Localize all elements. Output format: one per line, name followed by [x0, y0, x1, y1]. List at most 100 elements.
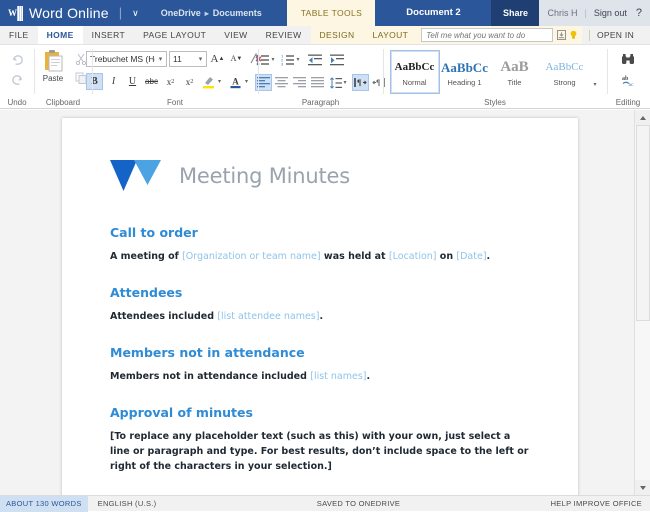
bullets-chevron-down-icon[interactable]: ▾	[272, 56, 279, 63]
title-bar: W Word Online | ∨ OneDrive ▸ Documents T…	[0, 0, 650, 26]
language-status[interactable]: ENGLISH (U.S.)	[88, 499, 167, 508]
styles-more-chevron-down-icon[interactable]: ▾	[590, 50, 601, 94]
tab-page-layout[interactable]: PAGE LAYOUT	[134, 26, 215, 44]
tell-me-input[interactable]	[421, 28, 553, 42]
style-item-normal[interactable]: AaBbCc Normal	[390, 50, 440, 94]
section-body-approval-of-minutes[interactable]: [To replace any placeholder text (such a…	[110, 429, 530, 474]
font-name-combo[interactable]: Trebuchet MS (Hea ▾	[86, 51, 167, 67]
font-size-combo[interactable]: 11 ▾	[169, 51, 207, 67]
align-right-icon	[293, 77, 306, 88]
undo-button[interactable]	[6, 50, 28, 69]
vertical-scrollbar[interactable]	[634, 110, 650, 495]
word-logo-icon: W	[8, 6, 23, 21]
left-to-right-icon: ¶	[354, 77, 367, 88]
align-justify-icon	[311, 77, 324, 88]
text-run: Members not in attendance included	[110, 371, 310, 382]
text-run: .	[367, 371, 371, 382]
font-color-button[interactable]: A	[227, 73, 244, 90]
breadcrumb-item-onedrive[interactable]: OneDrive	[161, 8, 201, 18]
align-justify-button[interactable]	[309, 74, 326, 91]
word-count-status[interactable]: ABOUT 130 WORDS	[0, 496, 88, 512]
section-heading-attendees: Attendees	[110, 285, 530, 300]
paste-button[interactable]: Paste	[36, 48, 70, 83]
line-spacing-chevron-down-icon[interactable]: ▾	[344, 79, 351, 86]
style-item-title[interactable]: AaB Title	[490, 50, 540, 94]
styles-gallery: AaBbCc Normal AaBbCc Heading 1 AaB Title…	[390, 50, 601, 94]
section-body-call-to-order: A meeting of [Organization or team name]…	[110, 249, 530, 264]
breadcrumb-separator-icon: ▸	[205, 9, 209, 18]
strikethrough-button[interactable]: abc	[143, 73, 160, 90]
scrollbar-thumb[interactable]	[636, 125, 650, 321]
tab-review[interactable]: REVIEW	[257, 26, 311, 44]
grow-font-label: A	[211, 53, 219, 65]
lightbulb-icon[interactable]	[569, 30, 578, 40]
subscript-index: 2	[171, 79, 174, 85]
shrink-font-button[interactable]: A▼	[228, 50, 245, 67]
numbering-button[interactable]: 1 2 3	[280, 51, 297, 68]
tab-home[interactable]: HOME	[38, 26, 83, 44]
placeholder-list-names[interactable]: [list names]	[310, 371, 366, 382]
open-in-word-button[interactable]: OPEN IN WORD	[597, 26, 650, 44]
tab-design[interactable]: DESIGN	[311, 26, 364, 44]
group-label-paragraph: Paragraph	[258, 98, 383, 107]
superscript-button[interactable]: x2	[181, 73, 198, 90]
editing-buttons-column: ab ac	[617, 48, 639, 89]
breadcrumb-item-documents[interactable]: Documents	[213, 8, 262, 18]
tab-view[interactable]: VIEW	[215, 26, 256, 44]
line-spacing-button[interactable]	[327, 74, 344, 91]
help-improve-office-link[interactable]: HELP IMPROVE OFFICE	[551, 499, 650, 508]
ribbon-group-paragraph: ▾ 1 2 3 ▾	[258, 45, 383, 108]
style-preview-heading1: AaBbCc	[441, 58, 488, 77]
tab-insert[interactable]: INSERT	[83, 26, 134, 44]
bold-button[interactable]: B	[86, 73, 103, 90]
font-size-chevron-down-icon[interactable]: ▾	[195, 55, 206, 63]
style-item-heading1[interactable]: AaBbCc Heading 1	[440, 50, 490, 94]
left-to-right-button[interactable]: ¶	[352, 74, 369, 91]
bullets-button[interactable]	[255, 51, 272, 68]
replace-button[interactable]: ab ac	[617, 72, 639, 89]
numbering-chevron-down-icon[interactable]: ▾	[297, 56, 304, 63]
help-question-icon[interactable]: ?	[636, 7, 642, 19]
ribbon-group-undo: Undo	[0, 45, 34, 108]
undo-buttons-column	[6, 48, 28, 89]
find-button[interactable]	[617, 51, 639, 68]
document-page[interactable]: Meeting Minutes Call to order A meeting …	[62, 118, 578, 495]
tab-file[interactable]: FILE	[0, 26, 38, 44]
subscript-button[interactable]: x2	[162, 73, 179, 90]
font-size-value: 11	[173, 54, 195, 64]
share-document-icon[interactable]	[557, 30, 566, 40]
highlight-chevron-down-icon[interactable]: ▾	[218, 78, 225, 85]
font-name-chevron-down-icon[interactable]: ▾	[155, 55, 166, 63]
placeholder-date[interactable]: [Date]	[456, 251, 486, 262]
placeholder-attendee-names[interactable]: [list attendee names]	[217, 311, 319, 322]
share-button[interactable]: Share	[491, 0, 539, 26]
scroll-up-button[interactable]	[635, 110, 650, 125]
chevron-down-icon[interactable]: ∨	[132, 0, 139, 26]
highlight-color-button[interactable]	[200, 73, 217, 90]
font-name-value: Trebuchet MS (Hea	[90, 54, 155, 64]
redo-button[interactable]	[6, 70, 28, 89]
word-logo-letter: W	[8, 6, 17, 21]
increase-indent-button[interactable]	[327, 51, 348, 68]
placeholder-organization[interactable]: [Organization or team name]	[182, 251, 321, 262]
scroll-down-button[interactable]	[635, 480, 650, 495]
align-left-button[interactable]	[255, 74, 272, 91]
numbered-list-icon: 1 2 3	[281, 54, 295, 66]
style-name-normal: Normal	[402, 78, 426, 87]
sign-out-link[interactable]: Sign out	[594, 8, 627, 18]
style-item-strong[interactable]: AaBbCc Strong	[540, 50, 590, 94]
tab-layout[interactable]: LAYOUT	[364, 26, 418, 44]
underline-button[interactable]: U	[124, 73, 141, 90]
paragraph-row-top: ▾ 1 2 3 ▾	[255, 51, 348, 68]
title-divider: |	[119, 0, 122, 26]
align-right-button[interactable]	[291, 74, 308, 91]
grow-font-button[interactable]: A▲	[209, 50, 226, 67]
tell-me-area	[417, 26, 582, 44]
font-color-chevron-down-icon[interactable]: ▾	[245, 78, 252, 85]
align-center-button[interactable]	[273, 74, 290, 91]
decrease-indent-button[interactable]	[305, 51, 326, 68]
italic-button[interactable]: I	[105, 73, 122, 90]
document-name-tab[interactable]: Document 2	[375, 0, 491, 26]
document-title: Meeting Minutes	[179, 164, 350, 188]
placeholder-location[interactable]: [Location]	[389, 251, 437, 262]
